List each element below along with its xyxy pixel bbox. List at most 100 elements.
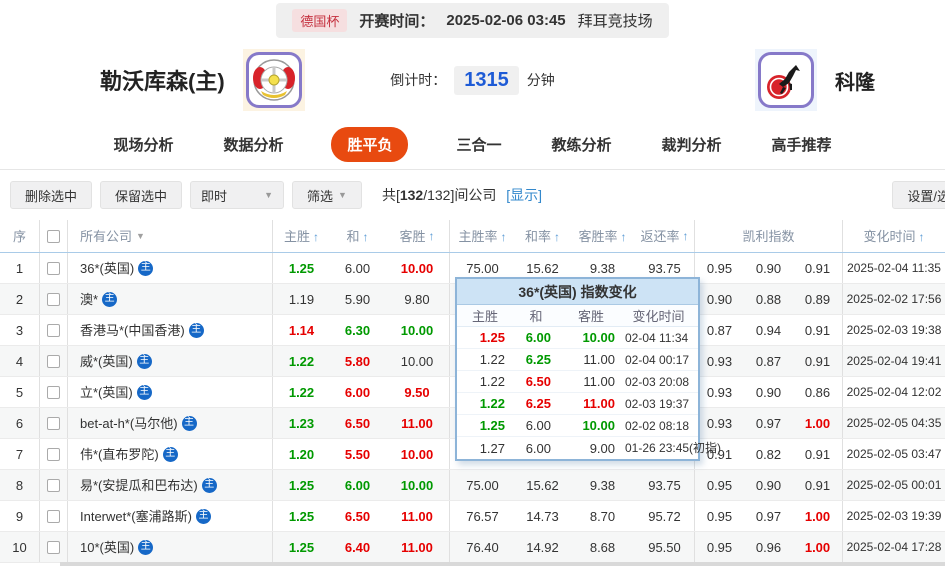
odds-away[interactable]: 10.00: [385, 315, 450, 345]
company-cell[interactable]: Interwet*(塞浦路斯) 主: [68, 501, 273, 531]
league-badge[interactable]: 德国杯: [292, 8, 348, 32]
row-checkbox[interactable]: [47, 447, 60, 461]
kelly-index: 0.86: [793, 377, 843, 407]
table-row: 8 易*(安提瓜和巴布达) 主 1.25 6.00 10.00 75.00 15.62 9.38…: [0, 470, 945, 501]
venue-name: 拜耳竞技场: [577, 12, 653, 30]
select-all-checkbox[interactable]: [47, 229, 60, 243]
header-home-odds[interactable]: 主胜 ↑: [273, 230, 330, 243]
row-checkbox[interactable]: [47, 261, 60, 275]
company-cell[interactable]: 伟*(直布罗陀) 主: [68, 439, 273, 469]
kelly-index: 1.00: [793, 408, 843, 438]
odds-home[interactable]: 1.25: [273, 262, 330, 275]
tab-live-analysis[interactable]: 现场分析: [111, 127, 175, 162]
show-link[interactable]: [显示]: [506, 187, 542, 203]
row-checkbox[interactable]: [47, 416, 60, 430]
row-index: 9: [0, 501, 40, 531]
payout-rate: 95.72: [635, 501, 695, 531]
odds-draw[interactable]: 5.90: [330, 293, 385, 306]
odds-away[interactable]: 11.00: [385, 501, 450, 531]
row-checkbox[interactable]: [47, 354, 60, 368]
odds-home[interactable]: 1.25: [273, 510, 330, 523]
company-count: 共[132/132]间公司 [显示]: [381, 187, 543, 203]
history-change-time: 02-04 00:17: [625, 352, 690, 367]
company-cell[interactable]: 澳* 主: [68, 284, 273, 314]
odds-home[interactable]: 1.25: [273, 479, 330, 492]
history-home-odds: 1.27: [479, 440, 505, 456]
sort-asc-icon: ↑: [918, 229, 925, 244]
row-checkbox[interactable]: [47, 478, 60, 492]
history-row: 1.22 6.25 11.00 02-04 00:17: [457, 349, 698, 371]
company-cell[interactable]: 易*(安提瓜和巴布达) 主: [68, 470, 273, 500]
tab-referee-analysis[interactable]: 裁判分析: [660, 127, 724, 162]
kelly-index: 0.95: [706, 508, 733, 524]
row-checkbox[interactable]: [47, 540, 60, 554]
header-change-time[interactable]: 变化时间 ↑: [843, 230, 945, 243]
tab-coach-analysis[interactable]: 教练分析: [550, 127, 614, 162]
odds-draw[interactable]: 5.50: [330, 448, 385, 461]
odds-draw[interactable]: 6.00: [330, 262, 385, 275]
keep-selected-button[interactable]: 保留选中: [100, 181, 183, 209]
row-checkbox[interactable]: [47, 385, 60, 399]
tab-expert-recommend[interactable]: 高手推荐: [770, 127, 834, 162]
odds-home[interactable]: 1.20: [273, 448, 330, 461]
company-cell[interactable]: 36*(英国) 主: [68, 253, 273, 283]
odds-home[interactable]: 1.19: [273, 293, 330, 306]
odds-draw[interactable]: 6.40: [330, 541, 385, 554]
odds-away[interactable]: 9.50: [385, 377, 450, 407]
odds-draw[interactable]: 6.00: [330, 479, 385, 492]
odds-away[interactable]: 10.00: [385, 253, 450, 283]
row-select-cell: [40, 501, 68, 531]
sort-asc-icon: ↑: [500, 229, 507, 244]
row-checkbox[interactable]: [47, 292, 60, 306]
delete-selected-button[interactable]: 删除选中: [10, 181, 93, 209]
company-cell[interactable]: bet-at-h*(马尔他) 主: [68, 408, 273, 438]
away-team-logo: [755, 49, 817, 111]
kelly-index: 0.94: [755, 322, 782, 338]
odds-home[interactable]: 1.25: [273, 541, 330, 554]
odds-draw[interactable]: 6.00: [330, 386, 385, 399]
company-cell[interactable]: 立*(英国) 主: [68, 377, 273, 407]
company-cell[interactable]: 香港马*(中国香港) 主: [68, 315, 273, 345]
row-index: 2: [0, 284, 40, 314]
history-home-odds: 1.25: [479, 330, 505, 345]
history-draw-odds: 6.00: [525, 440, 551, 456]
company-cell[interactable]: 10*(英国) 主: [68, 532, 273, 562]
header-draw-odds[interactable]: 和 ↑: [330, 230, 385, 243]
odds-away[interactable]: 10.00: [385, 346, 450, 376]
odds-history-popup: 36*(英国) 指数变化 主胜 和 客胜 变化时间 1.25 6.00 10.00 0…: [455, 277, 721, 461]
header-away-odds[interactable]: 客胜 ↑: [385, 220, 450, 252]
odds-away[interactable]: 11.00: [385, 532, 450, 562]
odds-home[interactable]: 1.22: [273, 355, 330, 368]
history-row: 1.27 6.00 9.00 01-26 23:45(初指): [457, 437, 721, 459]
company-cell[interactable]: 威*(英国) 主: [68, 346, 273, 376]
header-payout-rate[interactable]: 返还率 ↑: [635, 220, 695, 252]
header-away-rate[interactable]: 客胜率 ↑: [570, 230, 635, 243]
horizontal-scrollbar[interactable]: [60, 562, 945, 566]
tab-data-analysis[interactable]: 数据分析: [221, 127, 285, 162]
tab-three-in-one[interactable]: 三合一: [454, 127, 503, 162]
header-home-rate[interactable]: 主胜率 ↑: [450, 230, 515, 243]
header-draw-rate[interactable]: 和率 ↑: [515, 230, 570, 243]
odds-away[interactable]: 10.00: [385, 470, 450, 500]
odds-away[interactable]: 9.80: [385, 284, 450, 314]
header-company[interactable]: 所有公司 ▼: [68, 220, 273, 252]
odds-home[interactable]: 1.14: [273, 324, 330, 337]
odds-draw[interactable]: 6.30: [330, 324, 385, 337]
history-row: 1.25 6.00 10.00 02-02 08:18: [457, 415, 698, 437]
history-draw-odds: 6.00: [525, 418, 551, 433]
odds-draw[interactable]: 6.50: [330, 510, 385, 523]
odds-away[interactable]: 11.00: [385, 408, 450, 438]
settings-button[interactable]: 设置/选: [892, 181, 945, 209]
time-mode-select[interactable]: 即时 ▼: [190, 181, 285, 209]
row-checkbox[interactable]: [47, 509, 60, 523]
filter-button[interactable]: 筛选 ▼: [292, 181, 362, 209]
tab-win-draw-lose[interactable]: 胜平负: [331, 127, 409, 162]
odds-home[interactable]: 1.22: [273, 386, 330, 399]
odds-home[interactable]: 1.23: [273, 417, 330, 430]
odds-draw[interactable]: 6.50: [330, 417, 385, 430]
history-away-odds: 11.00: [583, 352, 615, 367]
odds-away[interactable]: 10.00: [385, 439, 450, 469]
row-checkbox[interactable]: [47, 323, 60, 337]
odds-draw[interactable]: 5.80: [330, 355, 385, 368]
rate-away: 9.38: [589, 260, 616, 276]
